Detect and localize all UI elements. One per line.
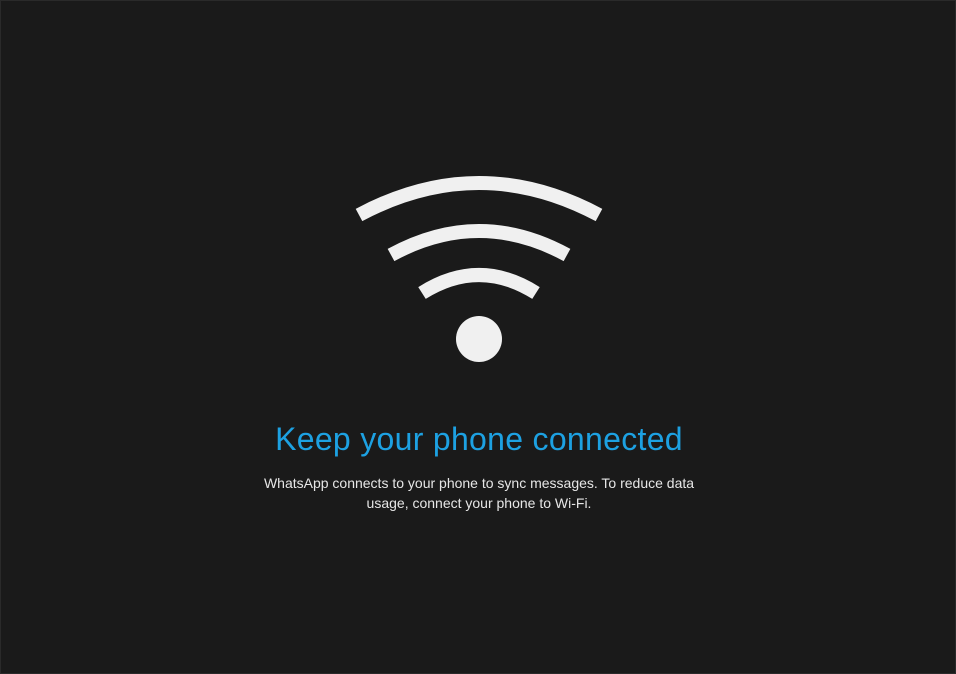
phone-disconnected-screen: Keep your phone connected WhatsApp conne… (0, 0, 956, 674)
page-title: Keep your phone connected (275, 421, 683, 457)
page-description: WhatsApp connects to your phone to sync … (263, 475, 695, 511)
wifi-arcs (355, 176, 603, 299)
wifi-dot (456, 316, 502, 362)
wifi-arc-middle (387, 224, 571, 262)
wifi-arc-outer (355, 176, 603, 222)
wifi-icon (355, 176, 603, 362)
wifi-arc-inner (418, 268, 540, 299)
